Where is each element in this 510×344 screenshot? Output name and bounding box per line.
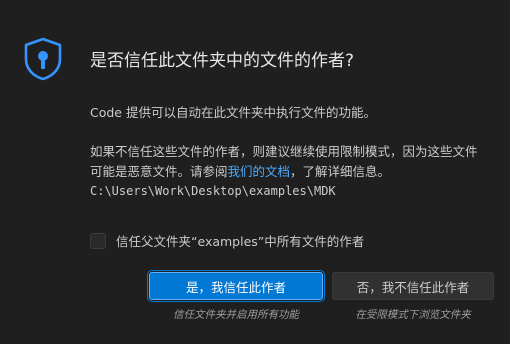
shield-lock-icon [24,37,62,81]
dialog-title: 是否信任此文件夹中的文件的作者? [90,51,355,71]
warning-line-2: 可能是恶意文件。请参阅我们的文档，了解详细信息。 [90,162,478,182]
trust-parent-option[interactable]: 信任父文件夹“examples”中所有文件的作者 [90,231,364,250]
distrust-button[interactable]: 否，我不信任此作者 [332,272,494,300]
trust-button[interactable]: 是，我信任此作者 [148,271,324,301]
dialog-description: Code 提供可以自动在此文件夹中执行文件的功能。 [90,105,376,120]
docs-link[interactable]: 我们的文档 [228,164,291,179]
warning-suffix: ，了解详细信息。 [290,164,391,179]
trust-parent-checkbox[interactable] [90,232,106,249]
workspace-trust-dialog: 是否信任此文件夹中的文件的作者? Code 提供可以自动在此文件夹中执行文件的功… [0,0,510,344]
folder-path: C:\Users\Work\Desktop\examples\MDK [90,184,336,198]
dialog-warning: 如果不信任这些文件的作者，则建议继续使用限制模式，因为这些文件 可能是恶意文件。… [90,142,478,182]
distrust-hint: 在受限模式下浏览文件夹 [355,309,471,321]
trust-parent-label[interactable]: 信任父文件夹“examples”中所有文件的作者 [116,231,364,250]
warning-line-1: 如果不信任这些文件的作者，则建议继续使用限制模式，因为这些文件 [90,144,478,159]
trust-hint: 信任文件夹并启用所有功能 [173,309,299,321]
warning-text: 可能是恶意文件。请参阅 [90,164,228,179]
